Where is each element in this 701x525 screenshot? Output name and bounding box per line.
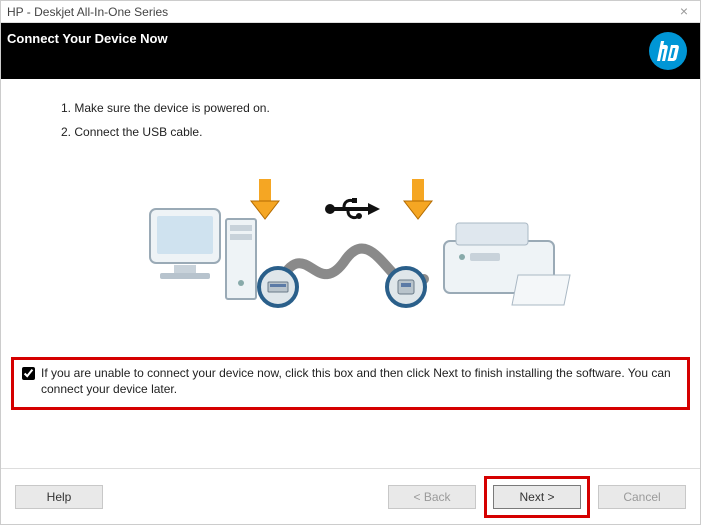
step-number: 1. bbox=[61, 101, 71, 115]
usb-connection-illustration bbox=[146, 179, 576, 339]
cancel-button: Cancel bbox=[598, 485, 686, 509]
arrow-down-icon bbox=[251, 179, 279, 219]
wizard-title: Connect Your Device Now bbox=[7, 31, 168, 46]
skip-connection-label: If you are unable to connect your device… bbox=[41, 366, 679, 397]
wizard-header: Connect Your Device Now bbox=[1, 23, 700, 79]
usb-plug-a-icon bbox=[259, 268, 297, 306]
instruction-step-1: 1. Make sure the device is powered on. bbox=[61, 101, 660, 115]
step-text: Connect the USB cable. bbox=[74, 125, 202, 139]
help-button[interactable]: Help bbox=[15, 485, 103, 509]
back-button: < Back bbox=[388, 485, 476, 509]
next-highlight-box: Next > bbox=[484, 476, 590, 518]
arrow-down-icon bbox=[404, 179, 432, 219]
titlebar: HP - Deskjet All-In-One Series × bbox=[1, 1, 700, 23]
skip-connection-row[interactable]: If you are unable to connect your device… bbox=[22, 366, 679, 397]
printer-icon bbox=[444, 223, 570, 305]
usb-icon bbox=[325, 198, 380, 219]
skip-connection-box: If you are unable to connect your device… bbox=[11, 357, 690, 410]
illustration-container bbox=[61, 179, 660, 339]
window-title: HP - Deskjet All-In-One Series bbox=[7, 5, 168, 19]
step-number: 2. bbox=[61, 125, 71, 139]
skip-connection-checkbox[interactable] bbox=[22, 367, 35, 380]
hp-logo-icon bbox=[648, 31, 688, 71]
computer-icon bbox=[150, 209, 256, 299]
close-icon[interactable]: × bbox=[676, 3, 692, 19]
instruction-step-2: 2. Connect the USB cable. bbox=[61, 125, 660, 139]
usb-plug-b-icon bbox=[387, 268, 425, 306]
content-area: 1. Make sure the device is powered on. 2… bbox=[1, 79, 700, 349]
wizard-footer: Help < Back Next > Cancel bbox=[1, 468, 700, 524]
next-button[interactable]: Next > bbox=[493, 485, 581, 509]
step-text: Make sure the device is powered on. bbox=[74, 101, 269, 115]
